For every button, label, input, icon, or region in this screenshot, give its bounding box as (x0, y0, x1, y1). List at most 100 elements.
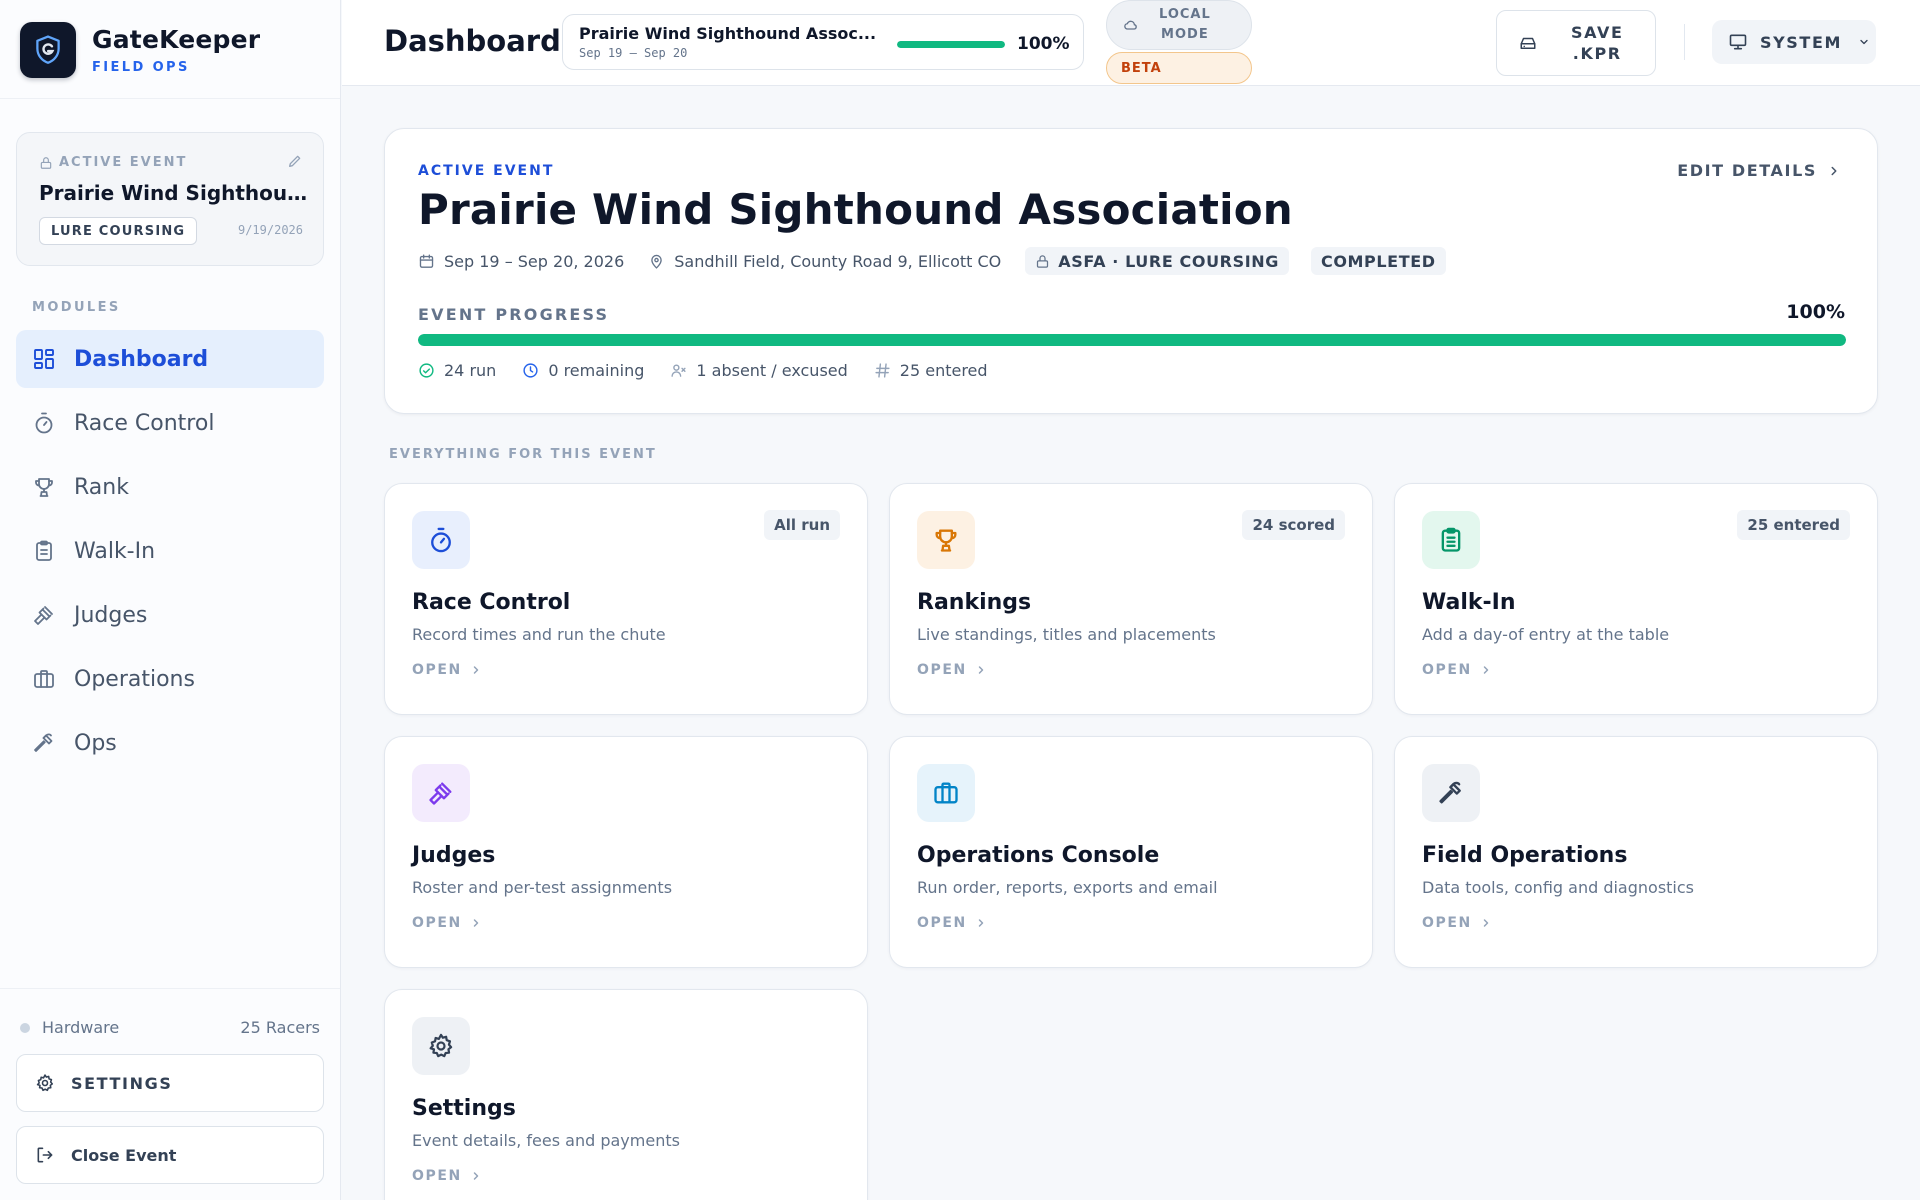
edit-details-link[interactable]: EDIT DETAILS (1677, 161, 1841, 180)
event-location-text: Sandhill Field, County Road 9, Ellicott … (674, 251, 1002, 271)
open-label: OPEN (917, 662, 967, 678)
hard-drive-icon (1519, 34, 1537, 52)
status-dot-icon (20, 1022, 30, 1033)
local-mode-toggle[interactable]: LOCAL MODE (1106, 0, 1252, 50)
sidebar-item-walk-in[interactable]: Walk-In (16, 522, 324, 580)
sidebar: GateKeeper FIELD OPS ACTIVE EVENT Prairi… (0, 0, 341, 1200)
event-progress-label: EVENT PROGRESS (418, 305, 610, 324)
sidebar-item-dashboard[interactable]: Dashboard (16, 330, 324, 388)
event-meta: Sep 19 – Sep 20, 2026 Sandhill Field, Co… (418, 247, 1468, 275)
save-kpr-button[interactable]: SAVE .KPR (1496, 10, 1656, 76)
gear-icon (35, 1073, 55, 1093)
open-link[interactable]: OPEN (1422, 662, 1492, 678)
trophy-icon (917, 511, 975, 569)
cloud-icon (1123, 17, 1139, 33)
event-stats: 24 run 0 remaining 1 absent / excused 25… (418, 361, 1014, 380)
hardware-status: Hardware 25 Racers (20, 1018, 320, 1037)
local-mode-line2: MODE (1161, 27, 1209, 42)
open-link[interactable]: OPEN (917, 915, 987, 931)
trophy-icon (30, 473, 58, 501)
save-line2: .KPR (1572, 44, 1622, 63)
open-link[interactable]: OPEN (412, 915, 482, 931)
divider (1684, 24, 1685, 60)
clock-icon (523, 363, 538, 378)
open-link[interactable]: OPEN (412, 1168, 482, 1184)
system-theme-dropdown[interactable]: SYSTEM (1712, 20, 1876, 64)
card-walk-in[interactable]: 25 entered Walk-In Add a day-of entry at… (1394, 483, 1878, 715)
chevron-right-icon (1831, 166, 1837, 175)
open-label: OPEN (917, 915, 967, 931)
briefcase-icon (917, 764, 975, 822)
header-progress-percent: 100% (1017, 34, 1070, 54)
open-label: OPEN (412, 915, 462, 931)
brand-name: GateKeeper (92, 25, 261, 54)
sidebar-item-label: Dashboard (74, 346, 209, 372)
chevron-right-icon (978, 666, 984, 674)
sidebar-item-label: Race Control (74, 410, 215, 436)
card-title: Settings (412, 1096, 516, 1121)
chevron-right-icon (473, 666, 479, 674)
card-description: Roster and per-test assignments (412, 878, 673, 897)
active-event-card[interactable]: ACTIVE EVENT Prairie Wind Sighthou... LU… (16, 132, 324, 266)
card-description: Record times and run the chute (412, 625, 666, 644)
card-race-control[interactable]: All run Race Control Record times and ru… (384, 483, 868, 715)
save-kpr-label: SAVE .KPR (1571, 22, 1624, 64)
racers-count: 25 Racers (240, 1018, 320, 1037)
log-out-icon (35, 1145, 55, 1165)
stat-absent-text: 1 absent / excused (696, 361, 848, 380)
event-dates-text: Sep 19 – Sep 20, 2026 (444, 251, 625, 271)
event-dates: Sep 19 – Sep 20, 2026 (418, 252, 624, 271)
card-title: Walk-In (1422, 590, 1516, 615)
local-mode-label: LOCAL MODE (1159, 5, 1211, 45)
open-link[interactable]: OPEN (412, 662, 482, 678)
event-progress-fill (418, 334, 1846, 346)
chevron-right-icon (1483, 919, 1489, 927)
sidebar-item-rank[interactable]: Rank (16, 458, 324, 516)
sidebar-item-operations[interactable]: Operations (16, 650, 324, 708)
status-badge: COMPLETED (1310, 247, 1446, 275)
sidebar-item-race-control[interactable]: Race Control (16, 394, 324, 452)
settings-label: SETTINGS (71, 1073, 173, 1093)
card-title: Judges (412, 843, 496, 868)
brand[interactable]: GateKeeper FIELD OPS (20, 20, 260, 80)
card-title: Field Operations (1422, 843, 1628, 868)
open-link[interactable]: OPEN (1422, 915, 1492, 931)
open-label: OPEN (1422, 915, 1472, 931)
card-field-operations[interactable]: Field Operations Data tools, config and … (1394, 736, 1878, 968)
clipboard-icon (30, 537, 58, 565)
card-description: Run order, reports, exports and email (917, 878, 1218, 897)
settings-button[interactable]: SETTINGS (16, 1054, 324, 1112)
check-circle-icon (419, 363, 434, 378)
sidebar-item-ops[interactable]: Ops (16, 714, 324, 772)
card-judges[interactable]: Judges Roster and per-test assignments O… (384, 736, 868, 968)
sidebar-item-judges[interactable]: Judges (16, 586, 324, 644)
event-location: Sandhill Field, County Road 9, Ellicott … (648, 252, 1001, 271)
close-event-button[interactable]: Close Event (16, 1126, 324, 1184)
card-description: Add a day-of entry at the table (1422, 625, 1670, 644)
summary-eyebrow: ACTIVE EVENT (418, 163, 555, 179)
card-rankings[interactable]: 24 scored Rankings Live standings, title… (889, 483, 1373, 715)
sidebar-item-label: Judges (74, 602, 148, 628)
stopwatch-icon (30, 409, 58, 437)
event-progress-percent: 100% (1786, 301, 1845, 323)
user-x-icon (671, 364, 686, 377)
open-link[interactable]: OPEN (917, 662, 987, 678)
pencil-icon[interactable] (287, 153, 303, 169)
stopwatch-icon (412, 511, 470, 569)
clipboard-icon (1422, 511, 1480, 569)
sidebar-item-label: Walk-In (74, 538, 156, 564)
card-title: Operations Console (917, 843, 1160, 868)
hammer-icon (1422, 764, 1480, 822)
chevron-right-icon (978, 919, 984, 927)
gear-icon (412, 1017, 470, 1075)
card-badge: 24 scored (1242, 510, 1345, 540)
divider (0, 98, 340, 99)
stat-remaining: 0 remaining (522, 361, 644, 380)
stat-absent: 1 absent / excused (670, 361, 848, 380)
system-label: SYSTEM (1760, 32, 1842, 52)
section-heading: EVERYTHING FOR THIS EVENT (389, 447, 657, 462)
card-operations-console[interactable]: Operations Console Run order, reports, e… (889, 736, 1373, 968)
event-selector[interactable]: Prairie Wind Sighthound Assoc... Sep 19 … (562, 14, 1084, 70)
stat-remaining-text: 0 remaining (548, 361, 645, 380)
card-settings[interactable]: Settings Event details, fees and payment… (384, 989, 868, 1200)
